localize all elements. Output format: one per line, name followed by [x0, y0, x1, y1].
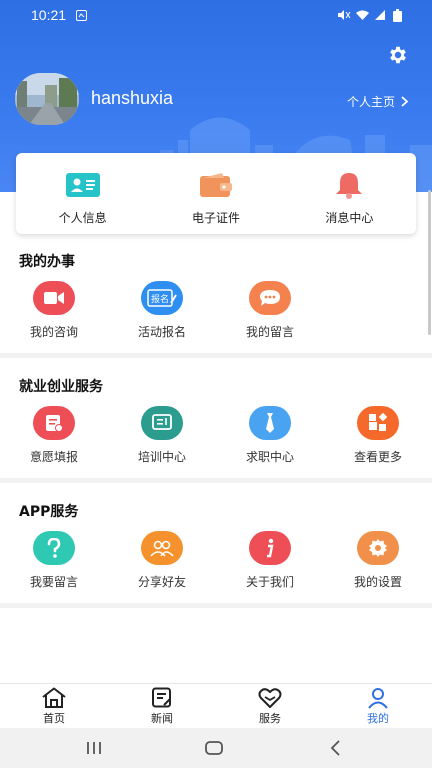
avatar-photo	[15, 73, 79, 125]
settings-gear-icon[interactable]	[387, 44, 409, 66]
service-my-consultation[interactable]: 我的咨询	[0, 281, 108, 340]
section-divider	[0, 353, 432, 358]
section-title: 就业创业服务	[19, 379, 103, 395]
quick-access-card: 个人信息 电子证件 消息中心	[16, 153, 416, 234]
chevron-right-icon	[401, 96, 409, 107]
service-leave-message[interactable]: 我要留言	[0, 531, 108, 590]
notification-icon	[76, 10, 87, 21]
section-title: APP服务	[19, 504, 79, 520]
video-icon	[33, 281, 75, 315]
service-label: 关于我们	[245, 575, 294, 589]
tab-home[interactable]: 首页	[0, 684, 108, 728]
quick-item-personal-info[interactable]: 个人信息	[16, 153, 149, 234]
service-label: 分享好友	[137, 575, 186, 589]
tab-label: 我的	[367, 712, 389, 725]
avatar[interactable]	[15, 73, 79, 125]
back-icon[interactable]	[330, 740, 342, 756]
scrollbar-thumb[interactable]	[428, 190, 431, 335]
service-label: 培训中心	[137, 450, 186, 464]
tab-news[interactable]: 新闻	[108, 684, 216, 728]
service-my-messages[interactable]: 我的留言	[216, 281, 324, 340]
form-icon	[33, 406, 75, 440]
friends-icon	[141, 531, 183, 565]
service-label: 意愿填报	[29, 450, 78, 464]
tab-label: 服务	[259, 712, 281, 725]
service-label: 求职中心	[245, 450, 294, 464]
battery-icon	[393, 9, 402, 22]
service-intention-form[interactable]: 意愿填报	[0, 406, 108, 465]
service-label: 我的设置	[353, 575, 402, 589]
bottom-tab-bar: 首页 新闻 服务 我的	[0, 683, 432, 728]
more-grid-icon	[357, 406, 399, 440]
quick-item-label: 电子证件	[191, 211, 240, 225]
status-time: 10:21	[31, 7, 67, 23]
quick-item-message-center[interactable]: 消息中心	[283, 153, 416, 234]
tie-icon	[249, 406, 291, 440]
status-bar: 10:21	[0, 0, 432, 30]
service-activity-signup[interactable]: 报名 活动报名	[108, 281, 216, 340]
quick-item-label: 消息中心	[325, 211, 374, 225]
settings-icon	[357, 531, 399, 565]
home-button-icon[interactable]	[205, 741, 223, 755]
service-label: 我要留言	[29, 575, 78, 589]
tab-mine[interactable]: 我的	[324, 684, 432, 728]
section-divider	[0, 603, 432, 608]
service-label: 查看更多	[353, 450, 402, 464]
service-training-center[interactable]: 培训中心	[108, 406, 216, 465]
service-my-settings[interactable]: 我的设置	[324, 531, 432, 590]
training-icon	[141, 406, 183, 440]
bell-icon	[332, 171, 366, 199]
recent-apps-icon[interactable]	[86, 741, 102, 755]
profile-link-label: 个人主页	[347, 95, 396, 109]
id-card-icon	[65, 171, 100, 199]
quick-item-e-certificate[interactable]: 电子证件	[149, 153, 282, 234]
wallet-icon	[199, 171, 233, 199]
svg-text:报名: 报名	[151, 293, 169, 305]
service-view-more[interactable]: 查看更多	[324, 406, 432, 465]
home-icon	[42, 687, 66, 708]
chat-bubble-icon	[249, 281, 291, 315]
system-navigation-bar	[0, 728, 432, 768]
username: hanshuxia	[91, 88, 174, 108]
service-about-us[interactable]: 关于我们	[216, 531, 324, 590]
question-icon	[33, 531, 75, 565]
service-label: 我的留言	[245, 325, 294, 339]
news-icon	[152, 687, 171, 708]
tab-label: 首页	[43, 712, 65, 725]
service-label: 我的咨询	[29, 325, 78, 339]
quick-item-label: 个人信息	[58, 211, 107, 225]
signup-icon: 报名	[141, 281, 183, 315]
service-label: 活动报名	[137, 325, 186, 339]
tab-services[interactable]: 服务	[216, 684, 324, 728]
signal-icon	[375, 10, 385, 20]
section-divider	[0, 478, 432, 483]
wifi-icon	[356, 10, 369, 20]
user-icon	[368, 688, 388, 709]
heart-icon	[258, 688, 282, 708]
mute-icon	[338, 10, 351, 20]
info-icon	[249, 531, 291, 565]
section-title: 我的办事	[19, 254, 75, 270]
tab-label: 新闻	[151, 712, 173, 725]
service-job-center[interactable]: 求职中心	[216, 406, 324, 465]
profile-page-link[interactable]: 个人主页	[347, 93, 409, 110]
service-share-friends[interactable]: 分享好友	[108, 531, 216, 590]
